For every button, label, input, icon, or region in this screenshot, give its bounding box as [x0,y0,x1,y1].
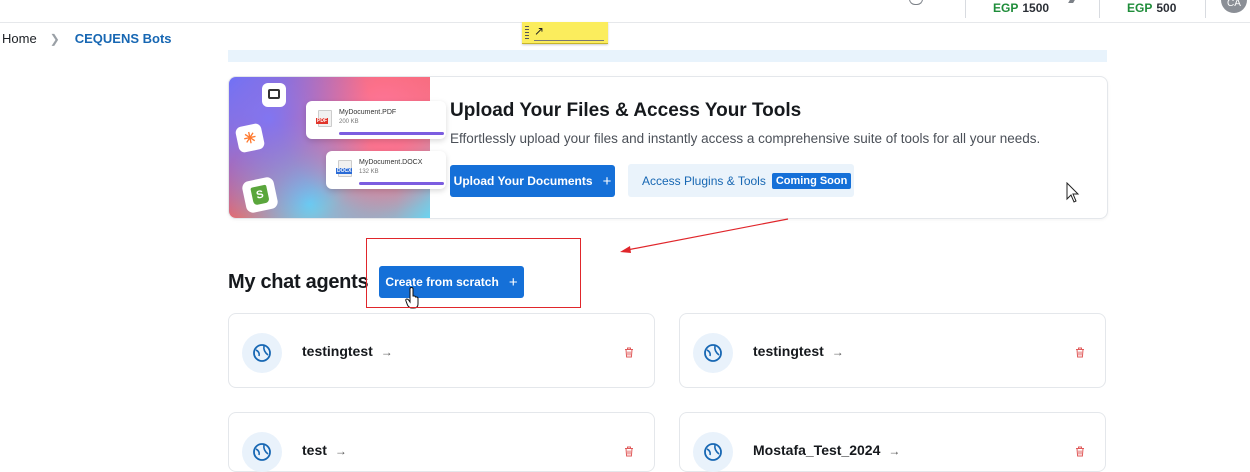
upload-card: ✳ S PDF MyDocument.PDF 200 KB DOCX MyDoc… [228,76,1108,219]
top-bar: EGP 1500 EGP 500 CA [0,0,1250,23]
globe-chat-icon [242,333,282,373]
globe-chat-icon [693,432,733,472]
annotation-highlight-box [366,238,581,308]
agent-name[interactable]: test → [302,442,347,458]
pdf-file-icon: PDF [316,110,332,127]
breadcrumb-home[interactable]: Home [2,31,37,46]
arrow-cursor-icon [1066,182,1080,203]
breadcrumb: Home ❯ CEQUENS Bots [2,31,172,46]
progress-bar [359,182,444,185]
agent-card[interactable]: Mostafa_Test_2024 → [679,412,1106,472]
agent-card[interactable]: test → [228,412,655,472]
expand-arrow-icon[interactable]: ↗ [534,24,544,38]
upload-title: Upload Your Files & Access Your Tools [450,100,802,121]
document-card-pdf: PDF MyDocument.PDF 200 KB [306,101,446,139]
document-name: MyDocument.PDF [339,109,397,116]
trash-icon[interactable] [624,446,634,457]
chevron-right-icon: ❯ [49,31,60,46]
trash-icon[interactable] [624,347,634,358]
upload-illustration: ✳ S PDF MyDocument.PDF 200 KB DOCX MyDoc… [229,77,446,218]
trash-icon[interactable] [1075,446,1085,457]
plugins-label: Access Plugins & Tools [642,173,766,188]
section-title-my-chat-agents: My chat agents [228,271,369,293]
avatar[interactable]: CA [1221,0,1247,13]
arrow-right-icon: → [888,444,901,458]
shopify-icon: S [241,176,279,214]
agent-card[interactable]: testingtest → [679,313,1106,388]
arrow-right-icon: → [380,345,393,359]
inbox-icon [262,83,286,107]
document-name: MyDocument.DOCX [359,159,423,166]
hubspot-icon: ✳ [234,122,266,154]
plus-icon: + [602,172,612,190]
divider [1205,0,1206,18]
button-label: Upload Your Documents [453,174,593,188]
breadcrumb-current[interactable]: CEQUENS Bots [75,31,172,46]
balance-primary: EGP 1500 [993,1,1050,15]
document-size: 132 KB [359,169,379,175]
note-line [534,40,604,41]
agent-name[interactable]: testingtest → [753,343,844,359]
globe-chat-icon [242,432,282,472]
document-card-docx: DOCX MyDocument.DOCX 132 KB [326,151,446,189]
drag-handle-icon[interactable] [525,26,529,39]
agent-card[interactable]: testingtest → [228,313,655,388]
balance-secondary: EGP 500 [1127,1,1177,15]
access-plugins-button[interactable]: Access Plugins & Tools Coming Soon [628,164,854,197]
sticky-note[interactable]: ↗ [522,22,608,44]
divider [1099,0,1100,18]
arrow-right-icon: → [831,345,844,359]
trash-icon[interactable] [1075,347,1085,358]
document-size: 200 KB [339,119,359,125]
agent-name[interactable]: Mostafa_Test_2024 → [753,442,900,458]
upload-subtitle: Effortlessly upload your files and insta… [450,131,1041,146]
globe-chat-icon [693,333,733,373]
arrow-right-icon: → [334,444,347,458]
progress-bar [339,132,444,135]
coming-soon-badge: Coming Soon [771,172,852,189]
agent-name[interactable]: testingtest → [302,343,393,359]
top-strip [228,50,1107,62]
upload-documents-button[interactable]: Upload Your Documents + [450,165,615,197]
chevron-icon[interactable] [1068,0,1075,3]
bell-icon[interactable] [909,0,923,5]
divider [965,0,966,18]
docx-file-icon: DOCX [336,160,353,177]
